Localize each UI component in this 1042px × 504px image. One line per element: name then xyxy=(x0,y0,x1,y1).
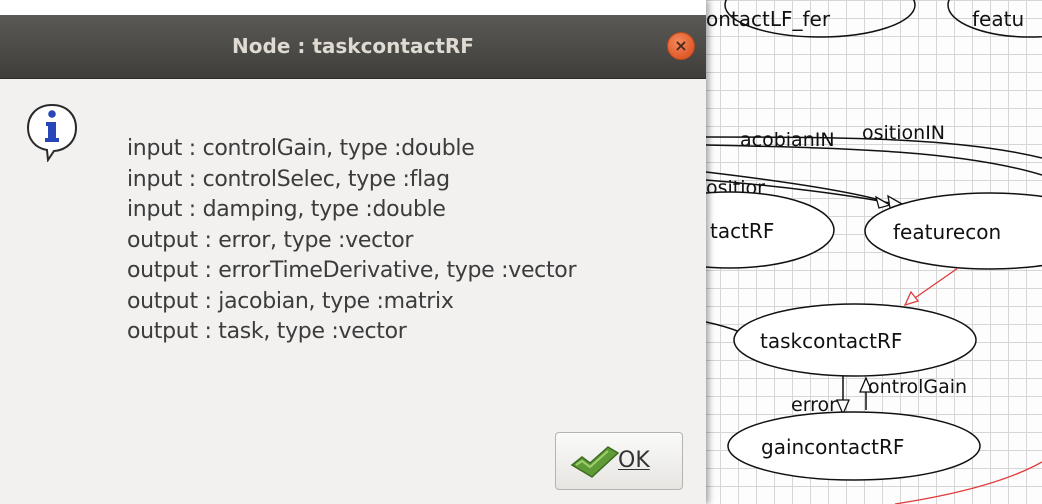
close-button[interactable]: × xyxy=(667,32,695,60)
ok-check-icon xyxy=(570,446,620,478)
message-line: output : errorTimeDerivative, type :vect… xyxy=(127,258,577,283)
ok-button[interactable]: OK xyxy=(555,432,683,490)
dialog-title: Node : taskcontactRF xyxy=(232,34,474,58)
graph-top-label-1: ontactLF_fer xyxy=(706,7,831,31)
graph-edge-label-controlgain: ontrolGain xyxy=(868,376,967,398)
message-line: input : controlGain, type :double xyxy=(127,136,475,161)
graph-edge-red-1 xyxy=(911,267,959,301)
message-line: output : error, type :vector xyxy=(127,227,414,253)
dialog-top-strip xyxy=(0,0,706,15)
message-line: output : jacobian, type :matrix xyxy=(127,288,454,314)
info-icon xyxy=(26,103,78,162)
ok-label: OK xyxy=(618,448,650,473)
graph-node-label-taskcontactRF: taskcontactRF xyxy=(760,329,902,353)
node-info-dialog: Node : taskcontactRF × input : controlGa… xyxy=(0,0,706,504)
graph-top-label-2: featu xyxy=(972,7,1024,31)
message-line: input : controlSelec, type :flag xyxy=(127,166,450,192)
graph-arrowhead-red xyxy=(903,290,920,307)
graph-edge-label-jacobian: acobianIN xyxy=(740,129,835,151)
message-line: input : damping, type :double xyxy=(127,197,446,222)
graph-node-label-gaincontactRF: gaincontactRF xyxy=(761,435,904,459)
graph-node-label-featurecon: featurecon xyxy=(893,220,1001,244)
dialog-message: input : controlGain, type :double input … xyxy=(127,134,577,348)
graph-edge-label-position: ositionIN xyxy=(862,122,945,144)
message-line: output : task, type :vector xyxy=(127,319,407,344)
graph-node-label-tactRF: tactRF xyxy=(710,219,774,243)
graph-edge-left xyxy=(705,321,741,333)
close-icon: × xyxy=(674,36,688,55)
